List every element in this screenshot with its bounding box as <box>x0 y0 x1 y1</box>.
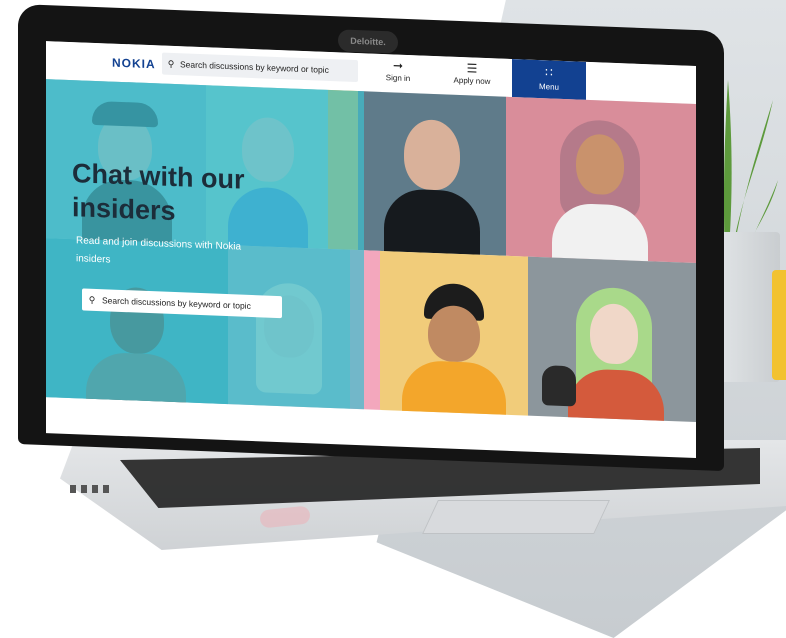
hero-subtitle: Read and join discussions with Nokia ins… <box>76 235 242 266</box>
laptop-screen: NOKIA ⚲ Search discussions by keyword or… <box>46 41 696 459</box>
person-face <box>576 133 624 196</box>
person-face <box>590 302 638 365</box>
nokia-logo[interactable]: NOKIA <box>112 56 156 72</box>
sign-in-label: Sign in <box>385 73 411 84</box>
sign-in-icon: ➞ <box>392 58 404 73</box>
person-face <box>428 304 480 363</box>
person-body <box>402 359 506 416</box>
hero-photo-tile <box>528 256 696 423</box>
hero-photo-tile <box>358 91 506 256</box>
laptop-lid: Deloitte. NOKIA ⚲ Search discussions by … <box>18 4 724 472</box>
dog <box>542 365 576 407</box>
apply-now-button[interactable]: ☰ Apply now <box>442 59 502 93</box>
hero-photo-tile <box>506 96 696 264</box>
sign-in-button[interactable]: ➞ Sign in <box>368 56 428 90</box>
hero-photo-tile <box>380 250 528 416</box>
header-search-input[interactable]: ⚲ Search discussions by keyword or topic <box>162 52 358 83</box>
hero-search-placeholder: Search discussions by keyword or topic <box>102 295 251 311</box>
menu-label: Menu <box>538 82 559 92</box>
yellow-mug <box>772 270 786 380</box>
apply-now-label: Apply now <box>453 75 491 87</box>
search-icon: ⚲ <box>88 294 96 305</box>
search-icon: ⚲ <box>167 58 175 69</box>
person-body <box>384 188 480 256</box>
laptop-trackpad <box>422 500 610 534</box>
grid-menu-icon: ∷ <box>545 65 553 80</box>
camera-notch: Deloitte. <box>338 29 398 54</box>
menu-button[interactable]: ∷ Menu <box>512 58 586 100</box>
person-face <box>404 118 460 191</box>
hero-title: Chat with our insiders <box>72 158 245 227</box>
header-search-placeholder: Search discussions by keyword or topic <box>180 59 329 75</box>
laptop-ports <box>70 480 114 498</box>
camera-brand: Deloitte. <box>350 35 386 48</box>
hero-section: Chat with our insiders Read and join dis… <box>46 79 696 423</box>
apply-icon: ☰ <box>466 61 478 76</box>
